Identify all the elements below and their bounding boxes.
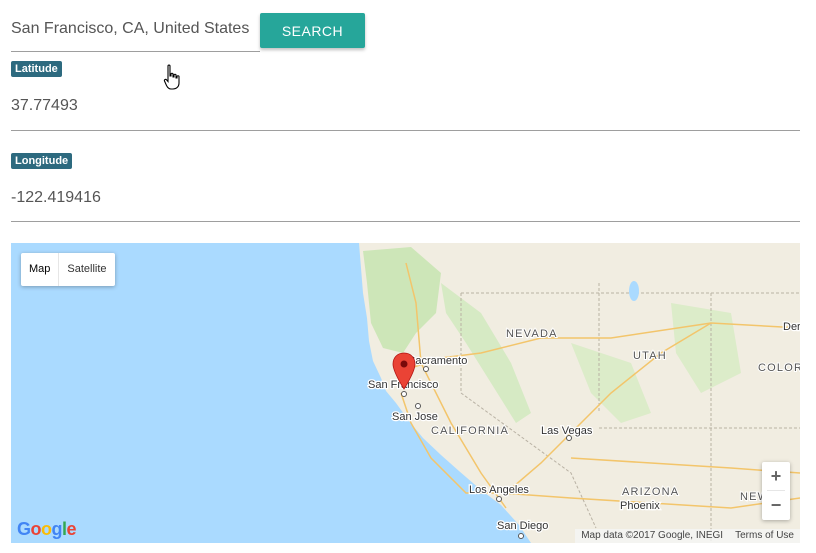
google-logo-letter: g (51, 519, 63, 539)
longitude-divider (11, 221, 800, 222)
city-label-sacramento: Sacramento (408, 355, 467, 367)
city-dot-san-diego (518, 533, 524, 539)
google-logo[interactable]: Google (17, 519, 77, 540)
latitude-divider (11, 130, 800, 131)
hand-cursor-icon (163, 64, 180, 90)
zoom-out-button[interactable]: − (762, 491, 790, 519)
city-label-phoenix: Phoenix (620, 500, 660, 512)
lake (629, 281, 639, 301)
city-label-san-jose: San Jose (392, 411, 438, 423)
state-label-colorado: COLORA (758, 362, 800, 374)
map-type-map-button[interactable]: Map (21, 253, 58, 286)
map-attribution: Map data ©2017 Google, INEGI Terms of Us… (575, 529, 800, 543)
state-label-utah: UTAH (633, 350, 667, 362)
map-type-control: Map Satellite (21, 253, 115, 286)
google-logo-letter: o (30, 519, 42, 539)
map-view[interactable]: NEVADA UTAH CALIFORNIA ARIZONA COLORA NE… (11, 243, 800, 543)
city-label-las-vegas: Las Vegas (541, 425, 593, 437)
zoom-in-button[interactable]: + (762, 462, 790, 490)
map-canvas: NEVADA UTAH CALIFORNIA ARIZONA COLORA NE… (359, 243, 800, 543)
longitude-label: Longitude (11, 153, 73, 169)
city-dot-los-angeles (496, 496, 502, 502)
latitude-value: 37.77493 (11, 97, 78, 114)
zoom-control: + − (762, 462, 790, 520)
longitude-value: -122.419416 (11, 189, 101, 206)
city-label-san-diego: San Diego (497, 520, 548, 532)
city-dot-san-francisco (401, 391, 407, 397)
terms-of-use-link[interactable]: Terms of Use (729, 529, 800, 543)
latitude-label: Latitude (11, 61, 62, 77)
state-label-arizona: ARIZONA (622, 486, 679, 498)
map-type-satellite-button[interactable]: Satellite (59, 253, 114, 286)
google-logo-letter: o (41, 519, 52, 539)
state-label-nevada: NEVADA (506, 328, 558, 340)
state-label-california: CALIFORNIA (431, 425, 509, 437)
city-label-los-angeles: Los Angeles (469, 484, 529, 496)
map-data-credit: Map data ©2017 Google, INEGI (581, 530, 724, 541)
search-input[interactable] (11, 7, 260, 52)
search-button[interactable]: SEARCH (260, 13, 365, 48)
google-logo-letter: e (66, 519, 77, 539)
city-label-denver: Der (783, 321, 800, 333)
city-dot-oakland (415, 403, 421, 409)
google-logo-letter: G (17, 519, 31, 539)
city-dot-sacramento (423, 366, 429, 372)
